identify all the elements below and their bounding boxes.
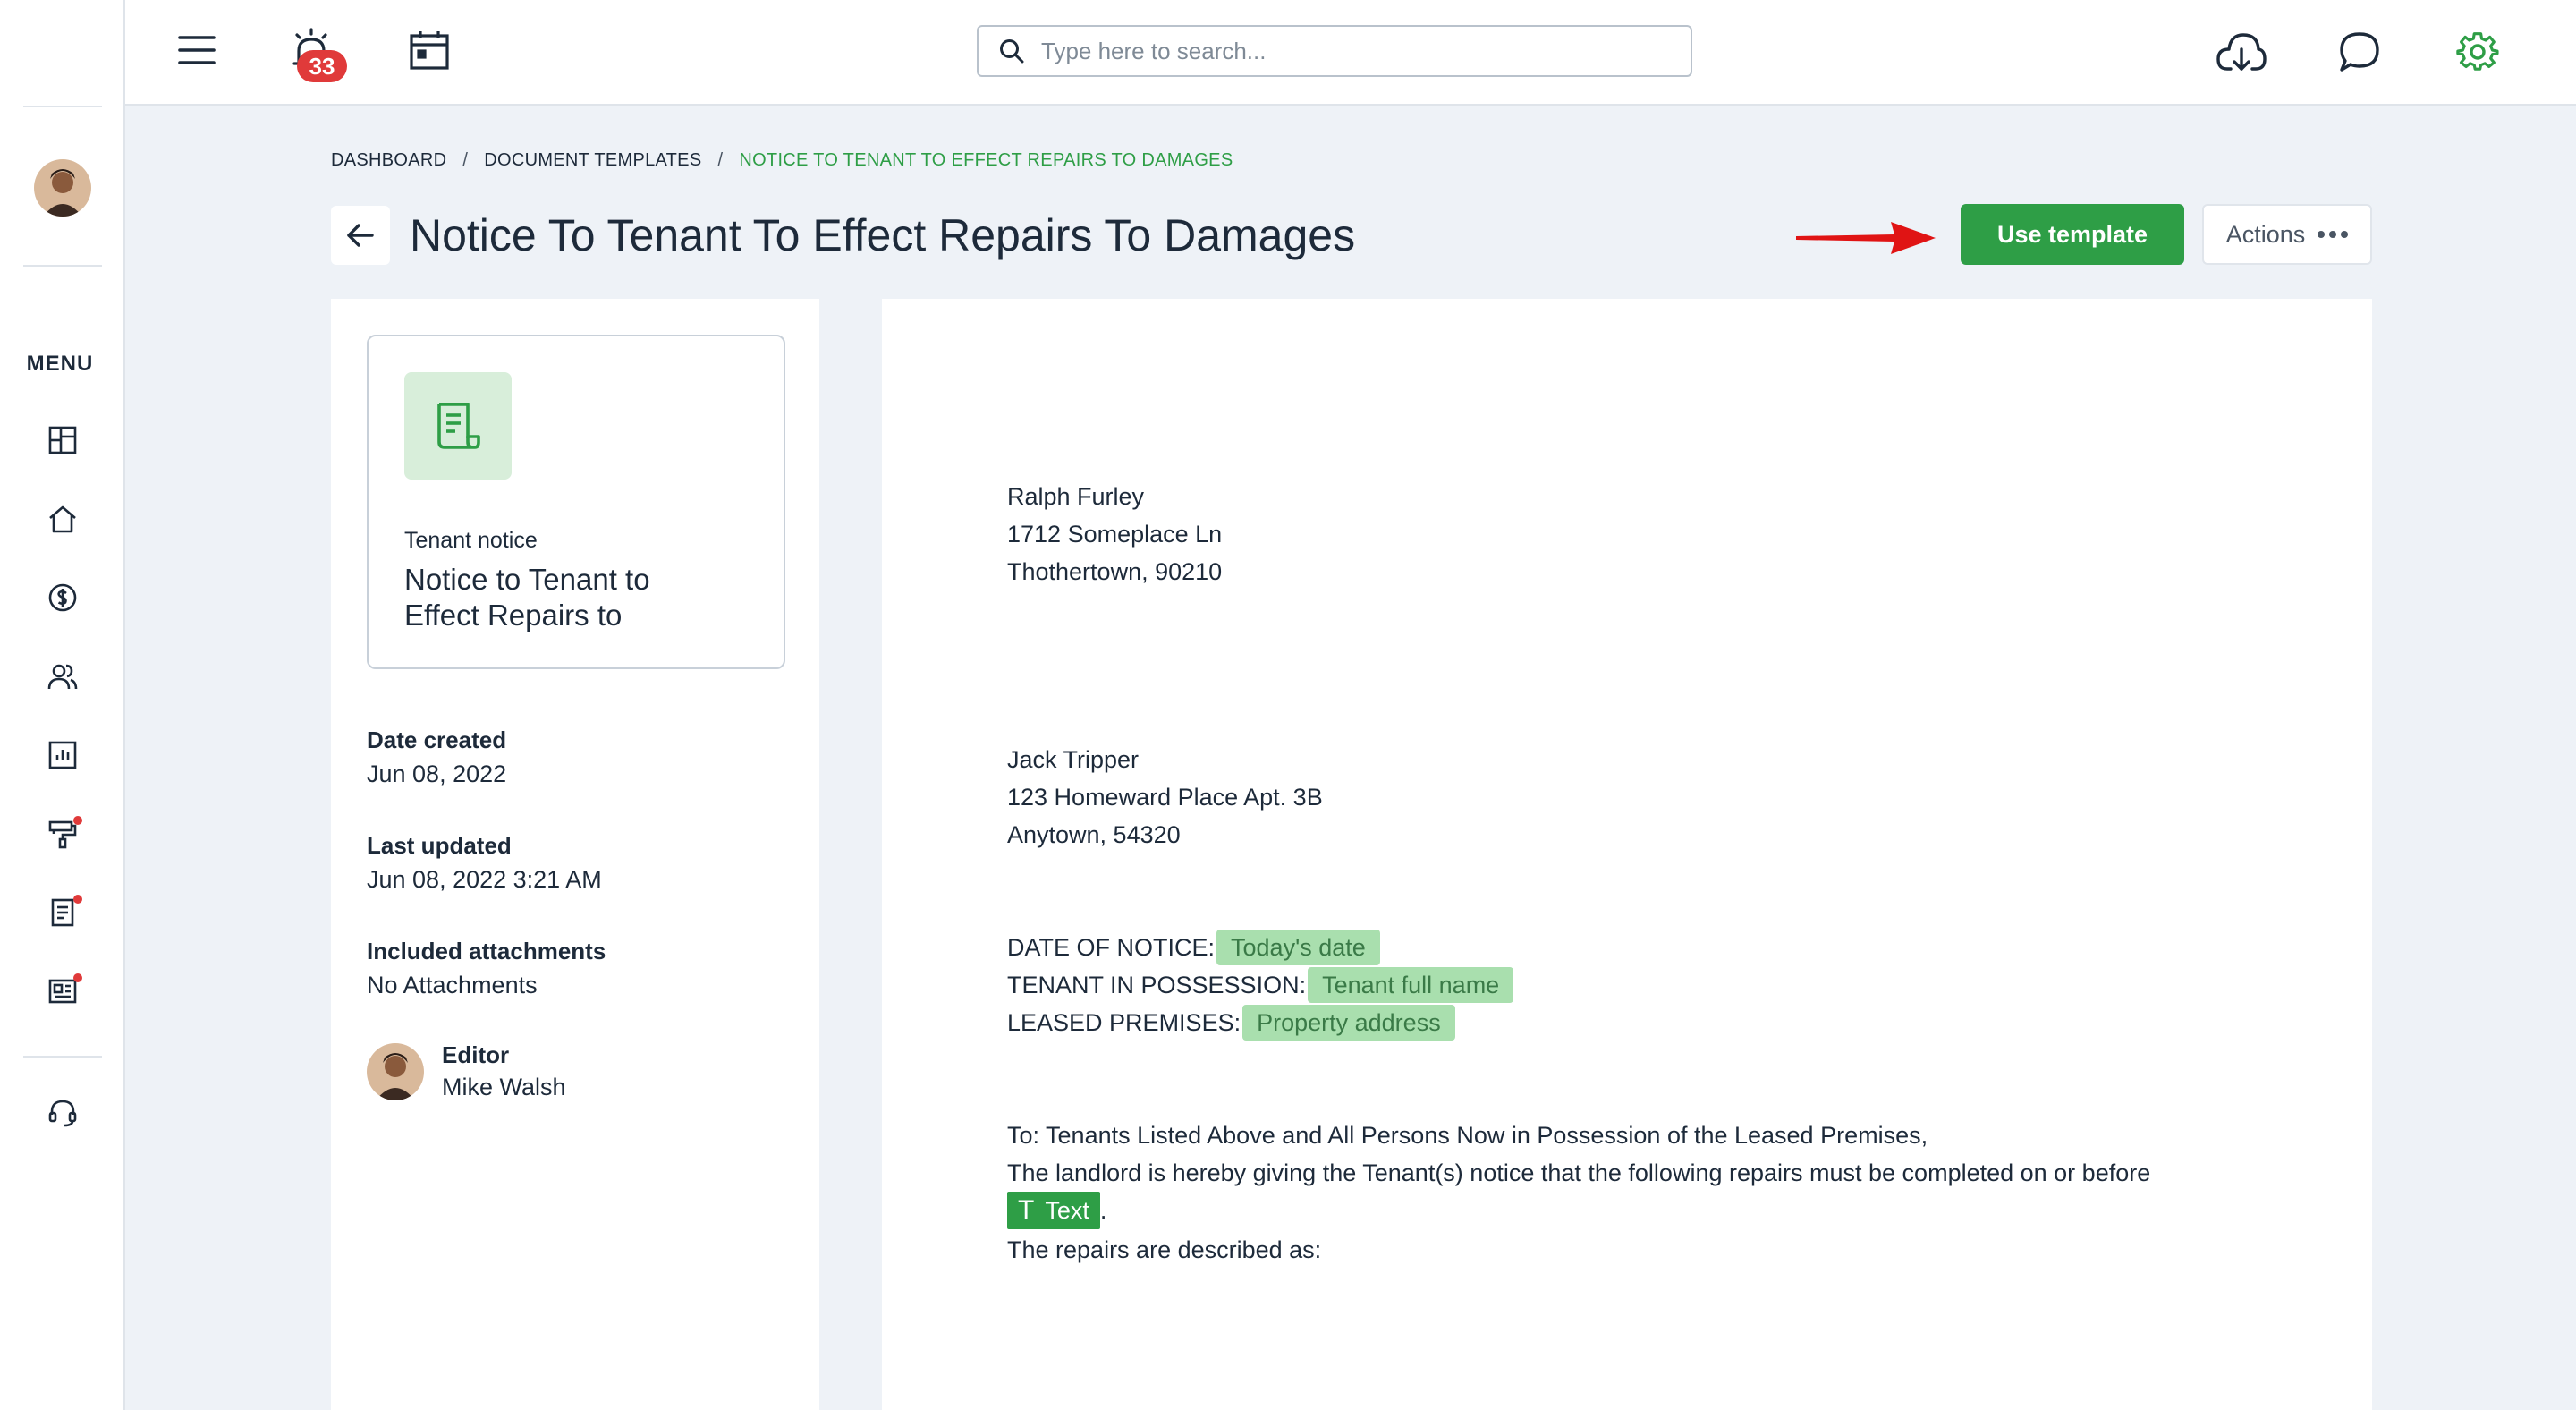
template-info-panel: Tenant notice Notice to Tenant to Effect… bbox=[331, 299, 819, 1410]
date-of-notice-label: DATE OF NOTICE: bbox=[1007, 934, 1216, 961]
date-of-notice-line: DATE OF NOTICE: Today's date bbox=[1007, 929, 1380, 966]
home-icon bbox=[47, 503, 79, 535]
back-button[interactable] bbox=[331, 206, 390, 265]
settings-button[interactable] bbox=[2453, 27, 2503, 77]
left-sidebar: MENU bbox=[0, 0, 125, 1410]
notification-dot bbox=[73, 973, 82, 982]
recipient-city: Anytown, 54320 bbox=[1007, 821, 1181, 848]
annotation-arrow-icon bbox=[1796, 215, 1939, 259]
dashboard-icon bbox=[47, 424, 79, 456]
leased-premises-label: LEASED PREMISES: bbox=[1007, 1009, 1241, 1036]
gear-icon bbox=[2456, 30, 2499, 73]
breadcrumb: DASHBOARD / DOCUMENT TEMPLATES / NOTICE … bbox=[331, 150, 1233, 171]
sidebar-item-reports[interactable] bbox=[43, 735, 82, 775]
tenant-in-possession-line: TENANT IN POSSESSION: Tenant full name bbox=[1007, 966, 1514, 1004]
notification-dot bbox=[73, 816, 82, 825]
text-input-field[interactable]: T Text bbox=[1007, 1192, 1100, 1229]
top-bar: 33 bbox=[125, 0, 2576, 106]
breadcrumb-separator: / bbox=[462, 150, 469, 170]
tenant-in-possession-label: TENANT IN POSSESSION: bbox=[1007, 972, 1307, 998]
tenant-full-name-tag[interactable]: Tenant full name bbox=[1308, 967, 1514, 1003]
sidebar-item-accounting[interactable] bbox=[43, 578, 82, 617]
sidebar-item-documents[interactable] bbox=[43, 893, 82, 932]
actions-label: Actions bbox=[2225, 220, 2306, 248]
editor-avatar bbox=[367, 1043, 424, 1100]
sender-name: Ralph Furley bbox=[1007, 483, 1145, 510]
download-button[interactable] bbox=[2216, 27, 2267, 77]
document-icon bbox=[434, 401, 482, 451]
sidebar-divider bbox=[23, 106, 102, 107]
text-field-label: Text bbox=[1045, 1197, 1089, 1224]
editor-label: Editor bbox=[442, 1041, 510, 1068]
chat-bubble-icon bbox=[2338, 30, 2381, 73]
todays-date-tag[interactable]: Today's date bbox=[1216, 930, 1380, 965]
body-salutation: To: Tenants Listed Above and All Persons… bbox=[1007, 1122, 1928, 1149]
text-field-suffix: . bbox=[1099, 1197, 1107, 1224]
leased-premises-line: LEASED PREMISES: Property address bbox=[1007, 1004, 1455, 1041]
notification-dot bbox=[73, 895, 82, 904]
date-created-value: Jun 08, 2022 bbox=[367, 760, 507, 787]
page-title: Notice To Tenant To Effect Repairs To Da… bbox=[410, 210, 1356, 260]
dollar-icon bbox=[47, 582, 79, 614]
calendar-button[interactable] bbox=[404, 25, 454, 75]
messages-button[interactable] bbox=[2334, 27, 2385, 77]
headset-icon bbox=[47, 1097, 79, 1129]
recipient-name: Jack Tripper bbox=[1007, 746, 1140, 773]
search-input[interactable] bbox=[1041, 37, 1667, 65]
body-notice-sentence: The landlord is hereby giving the Tenant… bbox=[1007, 1159, 2151, 1186]
attachments-value: No Attachments bbox=[367, 972, 538, 998]
more-dots-icon bbox=[2318, 231, 2349, 238]
repairs-described-line: The repairs are described as: bbox=[1007, 1236, 1322, 1263]
text-field-line: T Text . bbox=[1007, 1192, 1106, 1229]
menu-label: MENU bbox=[26, 352, 94, 376]
sidebar-divider bbox=[23, 265, 102, 267]
user-avatar[interactable] bbox=[34, 159, 91, 217]
text-type-icon: T bbox=[1018, 1195, 1035, 1225]
editor-name: Mike Walsh bbox=[442, 1074, 566, 1100]
last-updated-label: Last updated bbox=[367, 832, 512, 859]
people-icon bbox=[47, 660, 79, 692]
sidebar-item-maintenance[interactable] bbox=[43, 814, 82, 854]
alarm-count-badge: 33 bbox=[297, 50, 347, 82]
last-updated-value: Jun 08, 2022 3:21 AM bbox=[367, 866, 602, 893]
document-preview: Ralph Furley 1712 Someplace Ln Thotherto… bbox=[882, 299, 2372, 1410]
breadcrumb-dashboard[interactable]: DASHBOARD bbox=[331, 150, 446, 171]
recipient-street: 123 Homeward Place Apt. 3B bbox=[1007, 784, 1323, 811]
sidebar-item-people[interactable] bbox=[43, 657, 82, 696]
hamburger-icon bbox=[177, 32, 216, 68]
sidebar-item-support[interactable] bbox=[43, 1093, 82, 1133]
use-template-button[interactable]: Use template bbox=[1961, 204, 2184, 265]
cloud-download-icon bbox=[2216, 30, 2267, 74]
template-name: Notice to Tenant to Effect Repairs to bbox=[404, 563, 650, 632]
hamburger-menu-button[interactable] bbox=[172, 25, 222, 75]
chart-icon bbox=[47, 739, 79, 771]
actions-button[interactable]: Actions bbox=[2202, 204, 2372, 265]
sender-city: Thothertown, 90210 bbox=[1007, 558, 1223, 585]
sidebar-item-dashboard[interactable] bbox=[43, 420, 82, 460]
arrow-left-icon bbox=[345, 220, 376, 251]
sender-street: 1712 Someplace Ln bbox=[1007, 521, 1223, 548]
breadcrumb-separator: / bbox=[717, 150, 724, 170]
sidebar-item-listings[interactable] bbox=[43, 972, 82, 1011]
date-created-label: Date created bbox=[367, 726, 507, 753]
property-address-tag[interactable]: Property address bbox=[1242, 1005, 1455, 1041]
template-type: Tenant notice bbox=[404, 528, 538, 553]
attachments-label: Included attachments bbox=[367, 938, 606, 964]
sidebar-divider bbox=[23, 1056, 102, 1058]
search-icon bbox=[998, 38, 1025, 64]
search-bar[interactable] bbox=[977, 25, 1692, 77]
sidebar-item-properties[interactable] bbox=[43, 499, 82, 539]
breadcrumb-document-templates[interactable]: DOCUMENT TEMPLATES bbox=[484, 150, 701, 171]
template-thumbnail bbox=[404, 372, 512, 480]
calendar-icon bbox=[409, 30, 450, 71]
breadcrumb-current-page: NOTICE TO TENANT TO EFFECT REPAIRS TO DA… bbox=[739, 150, 1233, 170]
template-card[interactable]: Tenant notice Notice to Tenant to Effect… bbox=[367, 335, 785, 669]
